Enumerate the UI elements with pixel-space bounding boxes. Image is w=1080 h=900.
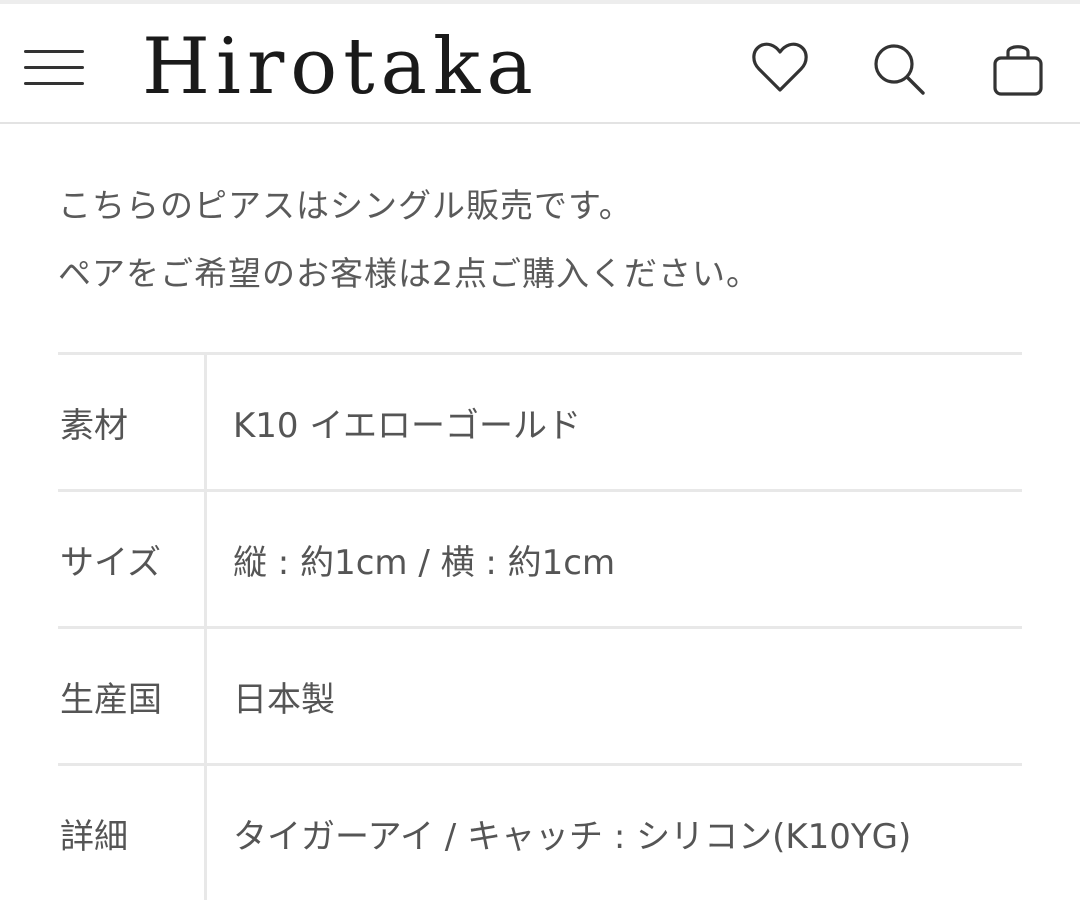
search-icon [874,44,925,95]
single-sale-notice: こちらのピアスはシングル販売です。 ペアをご希望のお客様は2点ご購入ください。 [58,172,760,308]
spec-label-size: サイズ [58,490,207,628]
menu-button[interactable] [22,42,86,92]
spec-value-material: K10 イエローゴールド [233,405,582,446]
notice-line-2: ペアをご希望のお客様は2点ご購入ください。 [58,254,760,293]
menu-icon-bar [24,50,84,53]
table-row: サイズ 縦 : 約1cm / 横 : 約1cm [58,490,1022,628]
spec-label-origin: 生産国 [58,627,207,765]
spec-value-origin: 日本製 [233,679,335,720]
menu-icon-bar [24,82,84,85]
search-button[interactable] [868,38,928,98]
cart-button[interactable] [988,38,1048,98]
spec-label-material: 素材 [58,353,207,491]
table-row: 詳細 タイガーアイ / キャッチ : シリコン(K10YG) [58,764,1022,900]
menu-icon-bar [24,66,84,69]
spec-label-details: 詳細 [58,764,207,900]
wishlist-button[interactable] [750,38,810,98]
spec-value-details: タイガーアイ / キャッチ : シリコン(K10YG) [233,816,912,857]
spec-value-size: 縦 : 約1cm / 横 : 約1cm [233,542,616,583]
table-row: 生産国 日本製 [58,627,1022,765]
table-row: 素材 K10 イエローゴールド [58,353,1022,491]
product-spec-table: 素材 K10 イエローゴールド サイズ 縦 : 約1cm / 横 : 約1cm … [58,352,1022,900]
notice-line-1: こちらのピアスはシングル販売です。 [58,186,633,225]
heart-icon [752,42,808,92]
site-header: Hirotaka [0,4,1080,124]
shopping-bag-icon [993,45,1043,96]
site-logo[interactable]: Hirotaka [142,22,539,112]
